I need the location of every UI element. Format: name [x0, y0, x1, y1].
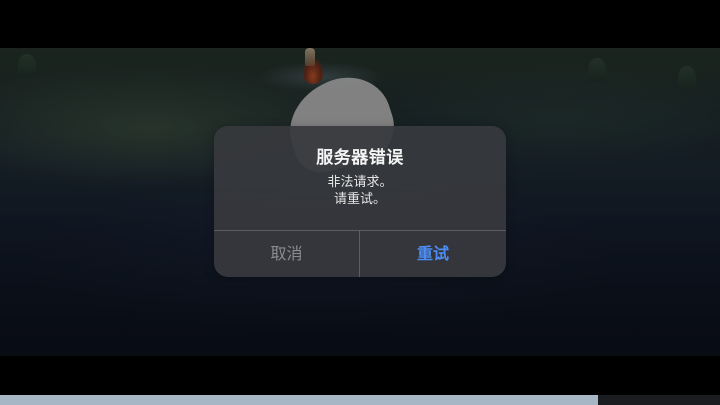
game-screen: 服务器错误 非法请求。 请重试。 取消 重试 — [0, 0, 720, 405]
bottom-strip-light — [0, 395, 598, 405]
server-error-dialog: 服务器错误 非法请求。 请重试。 取消 重试 — [214, 126, 506, 277]
bottom-strip-dark — [598, 395, 720, 405]
bottom-strip — [0, 395, 720, 405]
dialog-message-line: 请重试。 — [333, 192, 386, 207]
letterbox-bottom — [0, 356, 720, 395]
retry-button[interactable]: 重试 — [360, 231, 506, 277]
cancel-button[interactable]: 取消 — [214, 231, 359, 277]
dialog-message-line: 非法请求。 — [327, 175, 393, 190]
dialog-message: 非法请求。 请重试。 — [214, 174, 506, 208]
dialog-title: 服务器错误 — [316, 148, 404, 168]
letterbox-top — [0, 0, 720, 48]
dialog-body: 服务器错误 非法请求。 请重试。 — [214, 126, 506, 230]
